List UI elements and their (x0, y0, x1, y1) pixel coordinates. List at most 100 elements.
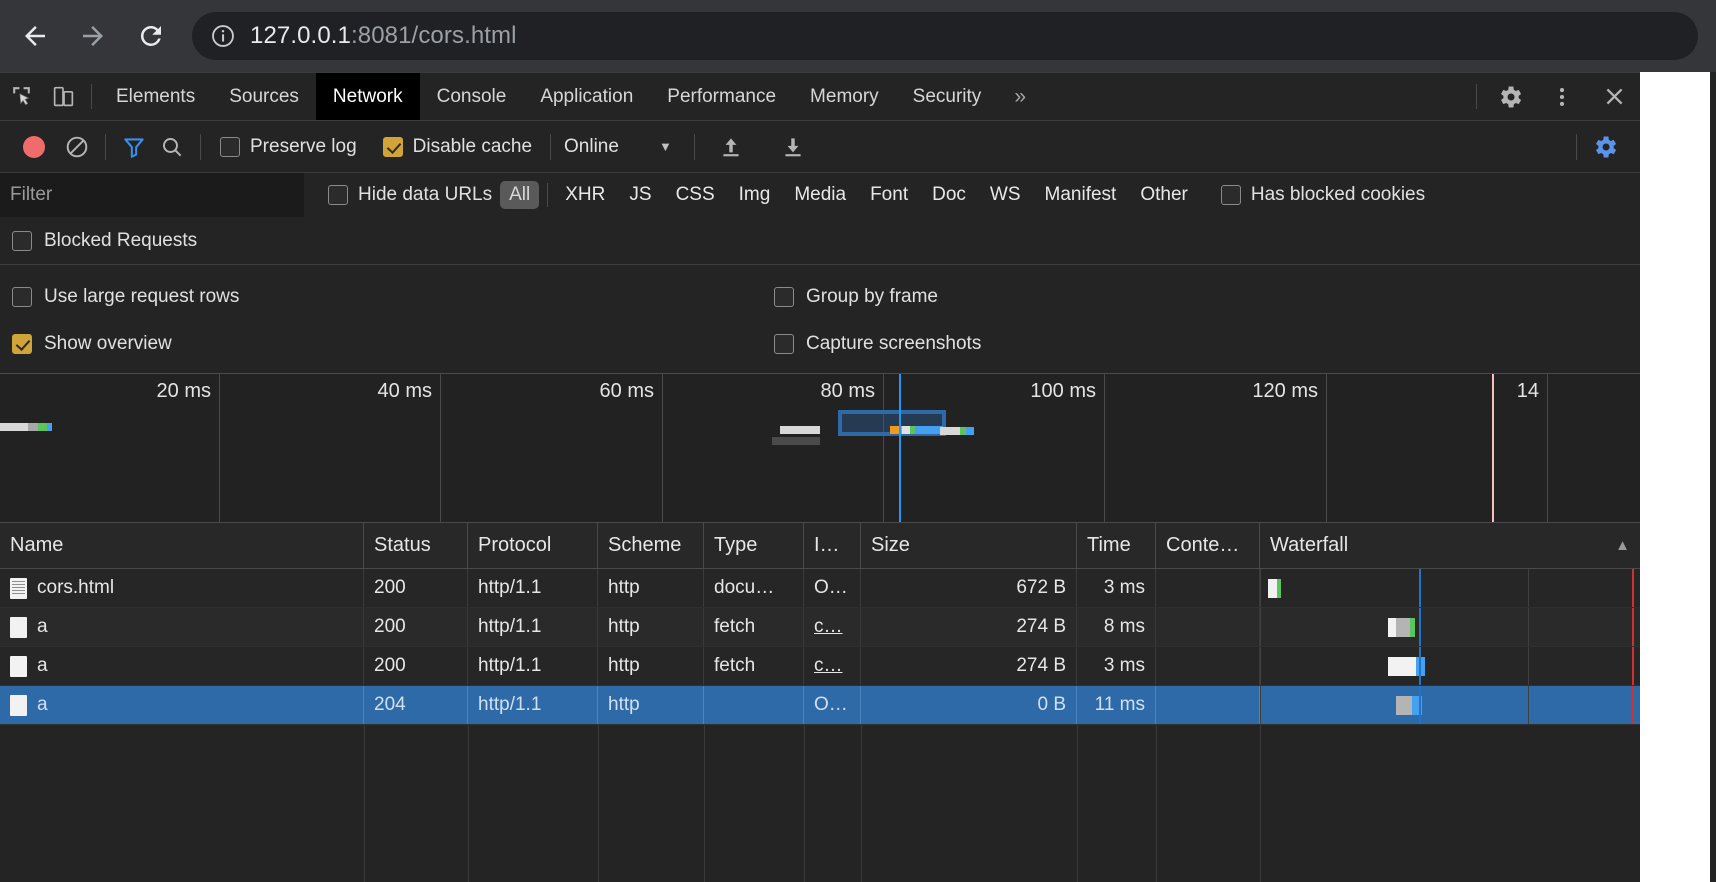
record-network-log-button[interactable] (23, 135, 45, 158)
url-host: 127.0.0.1 (250, 22, 351, 49)
devtools-close-button[interactable] (1588, 83, 1640, 110)
tab-network[interactable]: Network (315, 73, 420, 120)
cell-initiator[interactable]: c… (814, 616, 843, 638)
waterfall-gridline (1528, 569, 1529, 607)
export-har-button[interactable] (774, 134, 812, 160)
cell-time-container: 3 ms (1077, 569, 1156, 607)
cell-initiator: O… (814, 694, 848, 715)
devtools-more-options-button[interactable] (1536, 84, 1588, 110)
column-header-waterfall[interactable]: Waterfall ▲ (1260, 523, 1640, 568)
has-blocked-cookies-box (1220, 185, 1241, 205)
waterfall-dom-content-loaded-line (1419, 686, 1421, 724)
cell-initiator[interactable]: c… (814, 655, 843, 677)
column-header-name[interactable]: Name (0, 523, 364, 568)
tab-memory[interactable]: Memory (793, 73, 896, 120)
reload-button[interactable] (128, 13, 174, 59)
group-by-frame-box (774, 286, 794, 307)
cell-type: fetch (714, 616, 756, 637)
capture-screenshots-checkbox[interactable]: Capture screenshots (774, 333, 981, 355)
device-toolbar-button[interactable] (42, 73, 84, 120)
tab-console[interactable]: Console (420, 73, 524, 120)
tab-performance[interactable]: Performance (650, 73, 793, 120)
table-row[interactable]: a 200 http/1.1 http fetch c… 274 B 8 ms (0, 608, 1640, 647)
address-bar[interactable]: 127.0.0.1:8081/cors.html (192, 12, 1698, 60)
settings-row-2: Show overview Capture screenshots (0, 320, 1640, 367)
blocked-requests-box (12, 230, 32, 251)
column-header-label: Scheme (608, 534, 682, 556)
column-header-time[interactable]: Time (1077, 523, 1156, 568)
table-row[interactable]: a 204 http/1.1 http O… 0 B 11 ms (0, 686, 1640, 725)
filter-toggle-button[interactable] (115, 134, 153, 160)
back-button[interactable] (12, 13, 58, 59)
column-header-label: Status (374, 534, 431, 556)
url-text: 127.0.0.1:8081/cors.html (250, 22, 517, 50)
cell-size: 672 B (1016, 577, 1066, 598)
group-by-frame-checkbox[interactable]: Group by frame (774, 286, 938, 308)
inspect-element-button[interactable] (0, 73, 42, 120)
cell-name-container: cors.html (0, 569, 364, 607)
forward-button[interactable] (70, 13, 116, 59)
column-header-protocol[interactable]: Protocol (468, 523, 598, 568)
cell-time-container: 11 ms (1077, 686, 1156, 724)
column-header-size[interactable]: Size (861, 523, 1077, 568)
overview-gridline (1326, 374, 1327, 522)
table-empty-area (0, 725, 1640, 882)
overview-request-bar (772, 437, 820, 445)
table-row[interactable]: a 200 http/1.1 http fetch c… 274 B 3 ms (0, 647, 1640, 686)
type-pill-img[interactable]: Img (730, 181, 780, 209)
page-info-icon[interactable] (210, 23, 236, 49)
cell-size: 0 B (1037, 694, 1066, 715)
throttling-select[interactable]: Online ▼ (564, 136, 672, 158)
type-pill-css[interactable]: CSS (667, 181, 724, 209)
network-settings-button[interactable] (1586, 133, 1624, 161)
overview-gridline (1104, 374, 1105, 522)
type-pill-all[interactable]: All (500, 181, 540, 209)
type-pill-other[interactable]: Other (1131, 181, 1197, 209)
tab-application[interactable]: Application (523, 73, 650, 120)
type-pill-doc[interactable]: Doc (923, 181, 975, 209)
overview-tick-label: 20 ms (156, 380, 211, 402)
type-pill-js[interactable]: JS (620, 181, 660, 209)
cell-scheme: http (608, 655, 640, 676)
network-overview-timeline[interactable]: 20 ms 40 ms 60 ms 80 ms 100 ms 120 ms 14 (0, 373, 1640, 523)
use-large-request-rows-checkbox[interactable]: Use large request rows (12, 286, 774, 308)
overview-request-bar (0, 423, 52, 431)
column-header-status[interactable]: Status (364, 523, 468, 568)
group-by-frame-label: Group by frame (806, 285, 938, 307)
tab-sources[interactable]: Sources (212, 73, 316, 120)
generic-file-icon (10, 655, 27, 677)
search-button[interactable] (153, 134, 191, 160)
tab-elements[interactable]: Elements (99, 73, 212, 120)
cell-protocol: http/1.1 (478, 694, 542, 715)
devtools-panel: Elements Sources Network Console Applica… (0, 72, 1640, 882)
cell-time: 8 ms (1103, 616, 1145, 637)
cell-type-container: fetch (704, 647, 804, 685)
tabstrip-divider-right (1476, 84, 1477, 109)
type-pill-font[interactable]: Font (861, 181, 917, 209)
preserve-log-checkbox[interactable]: Preserve log (220, 136, 357, 158)
filter-input[interactable] (0, 173, 304, 217)
clear-network-log-button[interactable] (58, 134, 96, 160)
column-header-initiator[interactable]: I… (804, 523, 861, 568)
type-pill-xhr[interactable]: XHR (556, 181, 614, 209)
capture-screenshots-label: Capture screenshots (806, 332, 982, 354)
type-pill-manifest[interactable]: Manifest (1036, 181, 1126, 209)
devtools-settings-button[interactable] (1484, 83, 1536, 111)
table-row[interactable]: cors.html 200 http/1.1 http docu… O… 672 B 3 ms (0, 569, 1640, 608)
blocked-requests-checkbox[interactable]: Blocked Requests (0, 217, 1640, 265)
has-blocked-cookies-checkbox[interactable]: Has blocked cookies (1220, 184, 1425, 206)
show-overview-checkbox[interactable]: Show overview (12, 333, 774, 355)
type-pill-media[interactable]: Media (785, 181, 855, 209)
disable-cache-checkbox[interactable]: Disable cache (382, 136, 532, 158)
column-header-scheme[interactable]: Scheme (598, 523, 704, 568)
hide-data-urls-checkbox[interactable]: Hide data URLs (328, 184, 492, 206)
screenshot-root: 127.0.0.1:8081/cors.html Elements Source… (0, 0, 1716, 882)
cell-waterfall-container (1260, 686, 1640, 724)
import-har-button[interactable] (712, 134, 750, 160)
more-tabs-button[interactable]: » (998, 73, 1042, 120)
tab-security[interactable]: Security (896, 73, 999, 120)
type-pill-ws[interactable]: WS (981, 181, 1030, 209)
blocked-requests-label: Blocked Requests (44, 229, 198, 251)
column-header-content[interactable]: Conte… (1156, 523, 1260, 568)
column-header-type[interactable]: Type (704, 523, 804, 568)
